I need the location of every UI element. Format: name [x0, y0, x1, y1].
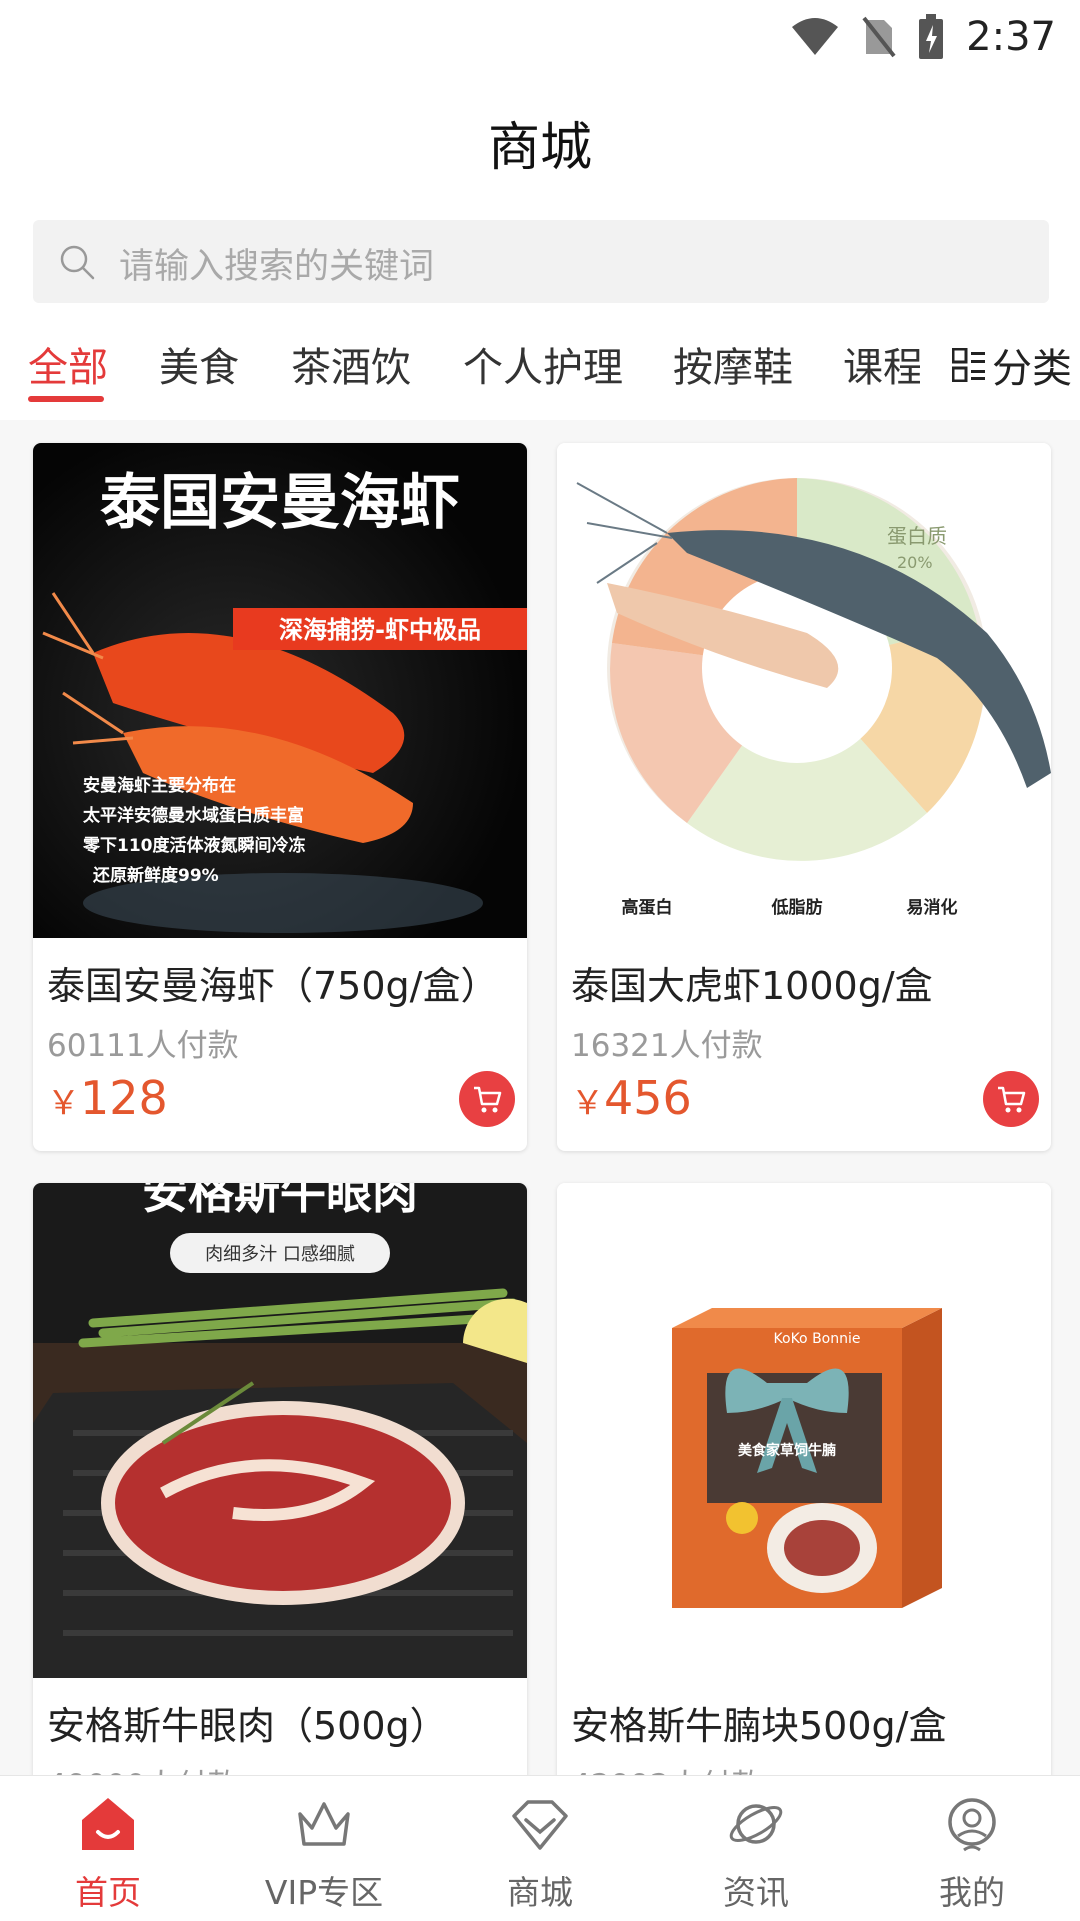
grid-icon	[952, 348, 985, 382]
search-input[interactable]: 请输入搜索的关键词	[33, 220, 1049, 303]
no-sim-icon	[862, 16, 896, 58]
bottom-nav: 首页 VIP专区 商城 资讯 我的	[0, 1775, 1080, 1921]
nav-label: VIP专区	[264, 1873, 384, 1912]
tab-food[interactable]: 美食	[159, 335, 239, 393]
add-to-cart-button[interactable]	[983, 1071, 1039, 1127]
nav-home[interactable]: 首页	[0, 1776, 216, 1921]
price-value: 128	[80, 1071, 168, 1125]
tab-massage-shoes[interactable]: 按摩鞋	[673, 335, 793, 393]
search-bar: 请输入搜索的关键词	[0, 205, 1080, 310]
product-image: KoKo Bonnie 美食家草饲牛腩	[557, 1183, 1051, 1678]
planet-icon	[729, 1804, 783, 1844]
status-icons: 2:37	[790, 12, 1056, 62]
product-sales: 16321人付款	[571, 1028, 763, 1064]
image-caption-line: 安曼海虾主要分布在	[83, 775, 236, 796]
page-title: 商城	[487, 118, 592, 178]
image-headline: 泰国安曼海虾	[100, 468, 460, 538]
product-card[interactable]: 泰国安曼海虾 深海捕捞-虾中极品 安曼海虾主要分布在 太平洋安德曼水域蛋白质丰富…	[33, 443, 527, 1151]
product-price: ￥128	[47, 1071, 168, 1125]
tab-tea-wine[interactable]: 茶酒饮	[291, 335, 411, 393]
status-bar: 2:37	[0, 0, 1080, 75]
product-title: 泰国安曼海虾（750g/盒）	[47, 964, 499, 1008]
image-label: 低脂肪	[771, 897, 823, 918]
tab-all[interactable]: 全部	[28, 335, 108, 393]
wifi-icon	[792, 18, 839, 55]
image-headline: 安格斯牛眼肉	[142, 1183, 418, 1219]
product-image: 蛋白质 20% 高蛋白 低脂肪 易消化	[557, 443, 1051, 938]
product-title: 安格斯牛眼肉（500g）	[47, 1704, 448, 1748]
category-tabs: 全部 美食 茶酒饮 个人护理 按摩鞋 课程培 分类	[0, 310, 1080, 420]
product-title: 安格斯牛腩块500g/盒	[571, 1704, 947, 1748]
product-card[interactable]: 蛋白质 20% 高蛋白 低脂肪 易消化 泰国大虎虾1000g/盒 16321人付…	[557, 443, 1051, 1151]
price-currency: ￥	[47, 1083, 80, 1122]
image-pill: 肉细多汁 口感细腻	[205, 1244, 355, 1265]
home-icon	[82, 1798, 134, 1850]
add-to-cart-button[interactable]	[459, 1071, 515, 1127]
category-label: 分类	[992, 346, 1072, 392]
image-banner: 深海捕捞-虾中极品	[279, 616, 481, 644]
nav-label: 我的	[939, 1873, 1005, 1912]
header: 商城	[0, 75, 1080, 205]
profile-icon	[948, 1798, 996, 1852]
category-button[interactable]: 分类	[952, 336, 1072, 394]
cart-icon	[998, 1086, 1026, 1113]
nav-label: 首页	[75, 1873, 141, 1912]
product-image: 泰国安曼海虾 深海捕捞-虾中极品 安曼海虾主要分布在 太平洋安德曼水域蛋白质丰富…	[33, 443, 527, 938]
search-placeholder: 请输入搜索的关键词	[119, 247, 435, 287]
price-value: 456	[604, 1071, 692, 1125]
image-label: 高蛋白	[622, 897, 673, 918]
crown-icon	[298, 1802, 350, 1846]
image-caption-line: 零下110度活体液氮瞬间冷冻	[82, 835, 306, 856]
diamond-icon	[512, 1800, 568, 1850]
product-image: 安格斯牛眼肉 肉细多汁 口感细腻	[33, 1183, 527, 1678]
product-price: ￥456	[571, 1071, 692, 1125]
image-caption-line: 太平洋安德曼水域蛋白质丰富	[83, 805, 304, 826]
nav-mall[interactable]: 商城	[432, 1776, 648, 1921]
battery-icon	[919, 14, 944, 59]
nav-label: 商城	[507, 1873, 573, 1912]
image-wheel-label: 蛋白质	[887, 524, 947, 548]
image-product-label: 美食家草饲牛腩	[738, 1442, 836, 1459]
nav-profile[interactable]: 我的	[864, 1776, 1080, 1921]
nav-vip[interactable]: VIP专区	[216, 1776, 432, 1921]
image-wheel-percent: 20%	[897, 553, 933, 572]
nav-news[interactable]: 资讯	[648, 1776, 864, 1921]
price-currency: ￥	[571, 1083, 604, 1122]
image-brand: KoKo Bonnie	[774, 1331, 861, 1347]
image-caption-line: 还原新鲜度99%	[92, 865, 219, 886]
image-label: 易消化	[907, 897, 958, 918]
product-sales: 60111人付款	[47, 1028, 239, 1064]
cart-icon	[474, 1086, 502, 1113]
tab-personal-care[interactable]: 个人护理	[463, 335, 623, 393]
status-time: 2:37	[966, 14, 1056, 60]
search-icon	[60, 245, 95, 280]
nav-label: 资讯	[723, 1873, 789, 1912]
product-title: 泰国大虎虾1000g/盒	[571, 964, 933, 1008]
tab-active-indicator	[28, 396, 104, 402]
